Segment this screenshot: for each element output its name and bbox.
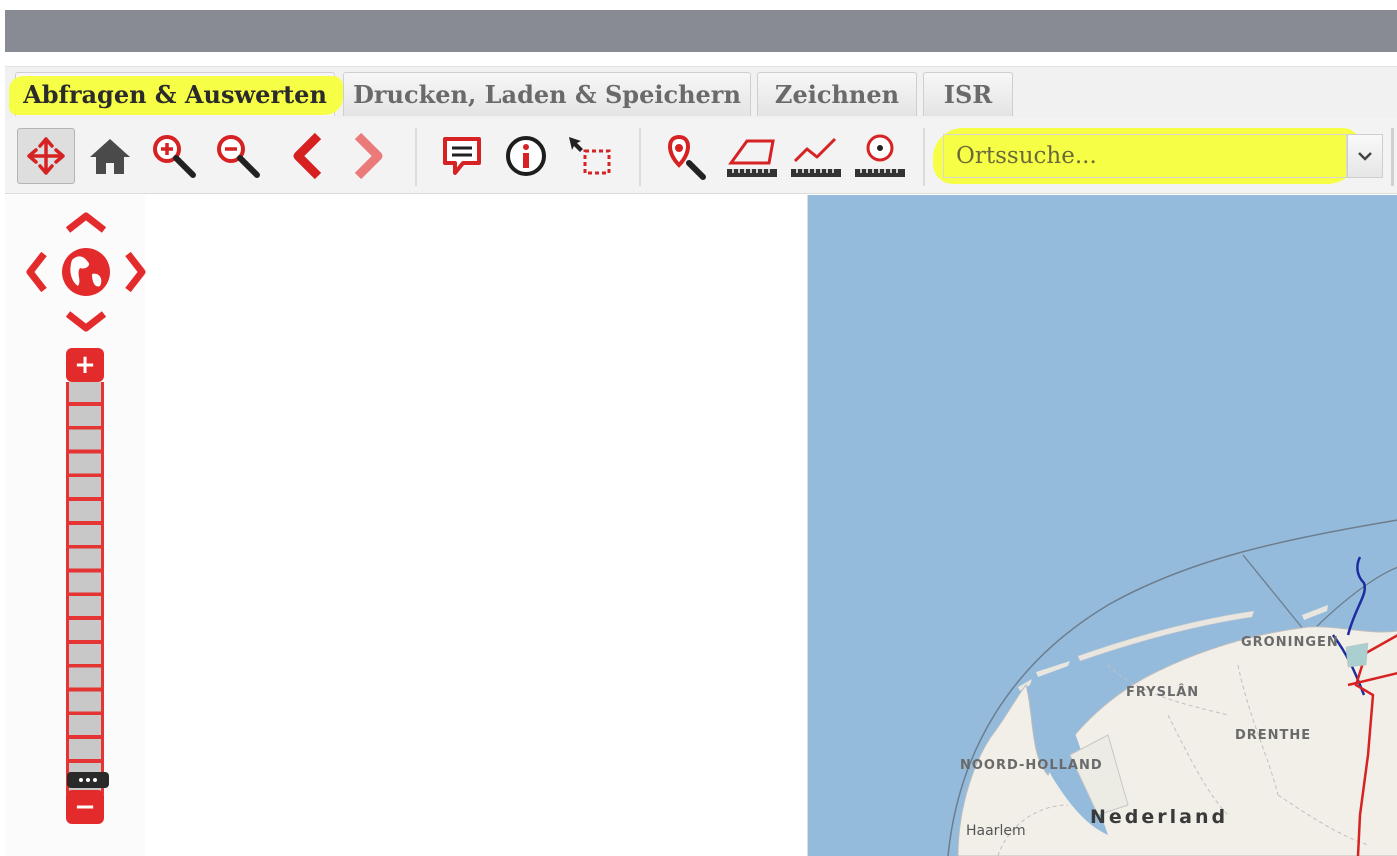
map-canvas[interactable]: GRONINGEN FRYSLÂN DRENTHE NOORD-HOLLAND … <box>807 195 1397 856</box>
info-icon <box>506 136 546 176</box>
forward-arrow-icon <box>354 132 383 180</box>
zoom-slider-plus-button[interactable]: + <box>66 348 104 382</box>
pan-right-arrow-icon[interactable] <box>125 251 146 293</box>
zoom-in-icon <box>153 135 196 178</box>
comment-icon <box>443 137 481 175</box>
locate-button[interactable] <box>655 128 713 184</box>
pan-left-arrow-icon[interactable] <box>26 251 47 293</box>
map-label-nederland: Nederland <box>1090 806 1229 828</box>
tab-isr[interactable]: ISR <box>923 72 1013 116</box>
locate-icon <box>668 134 706 180</box>
measure-area-button[interactable] <box>723 128 781 184</box>
chevron-down-icon <box>1358 152 1372 161</box>
toolbar-separator <box>923 128 925 186</box>
measure-circle-icon <box>855 134 905 177</box>
zoom-slider-minus-button[interactable]: − <box>66 790 104 824</box>
measure-area-icon <box>727 139 777 177</box>
back-button[interactable] <box>279 128 337 184</box>
zoom-slider-handle[interactable] <box>67 772 109 788</box>
globe-icon[interactable] <box>62 248 110 296</box>
toolbar-separator <box>415 128 417 186</box>
map-label-noord-holland: NOORD-HOLLAND <box>960 758 1103 773</box>
home-icon <box>90 139 130 174</box>
place-search <box>933 124 1387 186</box>
pan-navigation-control <box>26 212 146 332</box>
zoom-slider[interactable]: + − <box>66 348 109 824</box>
measure-circle-button[interactable] <box>851 128 909 184</box>
info-button[interactable] <box>497 128 555 184</box>
back-arrow-icon <box>293 132 322 180</box>
place-search-input[interactable] <box>943 134 1347 178</box>
select-rectangle-icon <box>569 137 611 175</box>
search-dropdown-button[interactable] <box>1347 134 1383 178</box>
tab-drucken-laden-speichern[interactable]: Drucken, Laden & Speichern <box>343 72 751 116</box>
toolbar-separator <box>639 128 641 186</box>
tab-zeichnen[interactable]: Zeichnen <box>757 72 917 116</box>
pan-up-arrow-icon[interactable] <box>65 212 107 233</box>
map-graphics <box>947 519 1397 856</box>
pan-icon <box>27 137 65 175</box>
comment-button[interactable] <box>433 128 491 184</box>
zoom-out-icon <box>217 135 260 178</box>
forward-button[interactable] <box>339 128 397 184</box>
ribbon-tab-bar: Abfragen & Auswerten Drucken, Laden & Sp… <box>5 66 1397 118</box>
map-label-fryslan: FRYSLÂN <box>1126 685 1200 700</box>
measure-line-button[interactable] <box>787 128 845 184</box>
zoom-slider-track[interactable] <box>66 382 109 794</box>
zoom-in-button[interactable] <box>145 128 203 184</box>
pan-down-arrow-icon[interactable] <box>65 311 107 332</box>
pan-button[interactable] <box>17 128 75 184</box>
zoom-out-button[interactable] <box>209 128 267 184</box>
map-label-drenthe: DRENTHE <box>1235 728 1312 743</box>
title-bar <box>5 10 1397 52</box>
toolbar <box>5 118 1397 194</box>
measure-line-icon <box>791 137 841 177</box>
map-label-groningen: GRONINGEN <box>1241 635 1339 650</box>
tab-abfragen-auswerten[interactable]: Abfragen & Auswerten <box>9 72 343 116</box>
toolbar-divider <box>1391 128 1394 186</box>
map-label-haarlem: Haarlem <box>966 823 1026 839</box>
home-button[interactable] <box>81 128 139 184</box>
select-rectangle-button[interactable] <box>561 128 619 184</box>
